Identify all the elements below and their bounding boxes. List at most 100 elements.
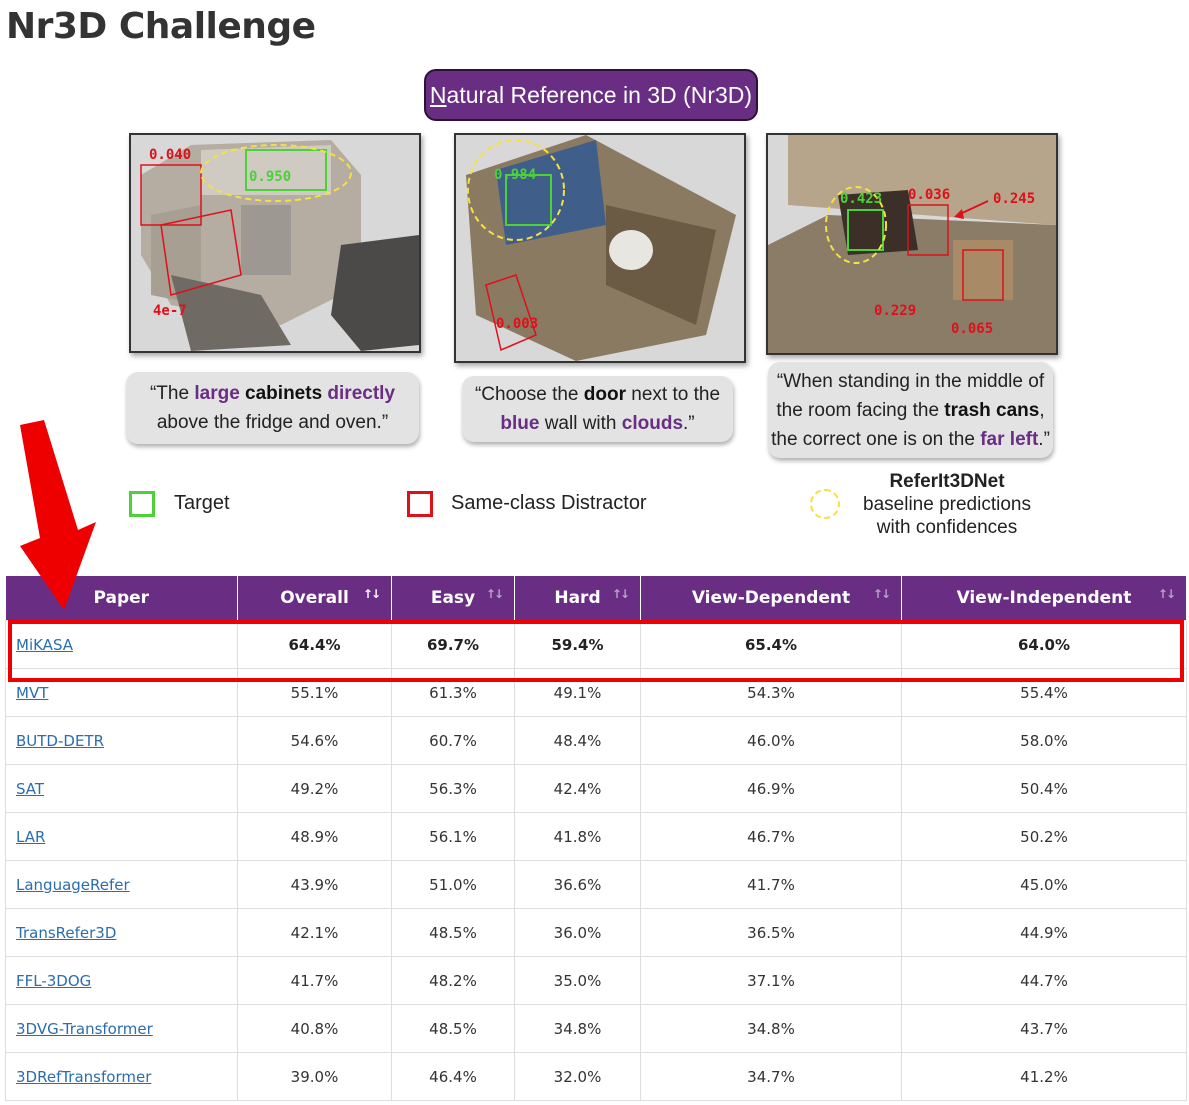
table-row: 3DRefTransformer 39.0% 46.4% 32.0% 34.7%…	[5, 1052, 1187, 1101]
sort-arrows-icon[interactable]: ↑↓	[612, 587, 630, 601]
paper-link-3dvg-transformer[interactable]: 3DVG-Transformer	[16, 1020, 153, 1038]
paper-link-ffl-3dog[interactable]: FFL-3DOG	[16, 972, 91, 990]
view-dependent-cell: 34.8%	[640, 1004, 902, 1053]
caption-1-bold: cabinets	[245, 383, 323, 404]
sort-arrows-icon[interactable]: ↑↓	[1158, 587, 1176, 601]
paper-link-transrefer3d[interactable]: TransRefer3D	[16, 924, 116, 942]
paper-cell: LanguageRefer	[5, 860, 238, 909]
easy-cell: 48.5%	[391, 1004, 515, 1053]
easy-cell: 51.0%	[391, 860, 515, 909]
paper-link-languagerefer[interactable]: LanguageRefer	[16, 876, 130, 894]
view-dependent-cell: 54.3%	[640, 668, 902, 717]
easy-cell: 69.7%	[391, 620, 515, 669]
overall-cell: 49.2%	[237, 764, 392, 813]
caption-2-text: “Choose the	[474, 384, 584, 405]
header-label: View-Independent	[956, 588, 1132, 608]
column-header-view-dependent[interactable]: View-Dependent ↑↓	[640, 576, 902, 621]
paper-link-3dreftransformer[interactable]: 3DRefTransformer	[16, 1068, 151, 1086]
hard-cell: 41.8%	[514, 812, 641, 861]
paper-link-mvt[interactable]: MVT	[16, 684, 48, 702]
paper-link-lar[interactable]: LAR	[16, 828, 45, 846]
hard-cell: 34.8%	[514, 1004, 641, 1053]
caption-2-highlight: clouds	[621, 413, 684, 434]
paper-cell: 3DVG-Transformer	[5, 1004, 238, 1053]
overall-cell: 48.9%	[237, 812, 392, 861]
target-legend-icon	[129, 491, 155, 517]
caption-3-highlight: far left	[980, 428, 1039, 450]
leaderboard-table: Paper Overall ↑↓ Easy ↑↓ Hard ↑↓ View-Depen…	[5, 576, 1187, 1101]
sort-arrows-icon[interactable]: ↑↓	[363, 587, 381, 601]
hard-cell: 32.0%	[514, 1052, 641, 1101]
scene-1-label-1: 0.950	[249, 169, 291, 185]
caption-2-bold: door	[583, 384, 626, 405]
table-row: BUTD-DETR 54.6% 60.7% 48.4% 46.0% 58.0%	[5, 716, 1187, 765]
hard-cell: 42.4%	[514, 764, 641, 813]
table-row: FFL-3DOG 41.7% 48.2% 35.0% 37.1% 44.7%	[5, 956, 1187, 1005]
view-dependent-cell: 65.4%	[640, 620, 902, 669]
header-label: View-Dependent	[691, 588, 851, 608]
view-dependent-cell: 46.0%	[640, 716, 902, 765]
overall-cell: 39.0%	[237, 1052, 392, 1101]
easy-cell: 61.3%	[391, 668, 515, 717]
column-header-view-independent[interactable]: View-Independent ↑↓	[901, 576, 1187, 621]
paper-link-butd-detr[interactable]: BUTD-DETR	[16, 732, 104, 750]
easy-cell: 56.3%	[391, 764, 515, 813]
paper-cell: 3DRefTransformer	[5, 1052, 238, 1101]
nr3d-banner: Natural Reference in 3D (Nr3D)	[424, 69, 758, 121]
caption-3: “When standing in the middle of the room…	[768, 362, 1053, 458]
caption-3-text: .”	[1038, 428, 1050, 450]
overall-cell: 55.1%	[237, 668, 392, 717]
view-independent-cell: 45.0%	[901, 860, 1187, 909]
view-independent-cell: 58.0%	[901, 716, 1187, 765]
scene-3-label-1: 0.036	[908, 187, 950, 203]
caption-1: “The large cabinets directly above the f…	[126, 372, 419, 444]
paper-link-sat[interactable]: SAT	[16, 780, 44, 798]
hard-cell: 36.6%	[514, 860, 641, 909]
legend-baseline: ReferIt3DNet baseline predictions with c…	[852, 470, 1042, 539]
table-row: SAT 49.2% 56.3% 42.4% 46.9% 50.4%	[5, 764, 1187, 813]
sort-arrows-icon[interactable]: ↑↓	[486, 587, 504, 601]
sort-arrows-icon[interactable]: ↑↓	[873, 587, 891, 601]
column-header-overall[interactable]: Overall ↑↓	[237, 576, 392, 621]
view-independent-cell: 44.7%	[901, 956, 1187, 1005]
table-row: TransRefer3D 42.1% 48.5% 36.0% 36.5% 44.…	[5, 908, 1187, 957]
paper-cell: FFL-3DOG	[5, 956, 238, 1005]
scene-3-label-3: 0.229	[874, 303, 916, 319]
column-header-paper[interactable]: Paper	[5, 576, 238, 621]
paper-cell: BUTD-DETR	[5, 716, 238, 765]
table-row: MiKASA 64.4% 69.7% 59.4% 65.4% 64.0%	[5, 620, 1187, 669]
caption-1-highlight: large	[194, 383, 240, 404]
view-independent-cell: 50.2%	[901, 812, 1187, 861]
view-independent-cell: 50.4%	[901, 764, 1187, 813]
view-dependent-cell: 34.7%	[640, 1052, 902, 1101]
view-independent-cell: 44.9%	[901, 908, 1187, 957]
hard-cell: 35.0%	[514, 956, 641, 1005]
view-independent-cell: 55.4%	[901, 668, 1187, 717]
scene-image-room: 0.984 0.003	[454, 133, 746, 363]
scene-1-label-0: 0.040	[149, 147, 191, 163]
table-row: LanguageRefer 43.9% 51.0% 36.6% 41.7% 45…	[5, 860, 1187, 909]
paper-cell: SAT	[5, 764, 238, 813]
easy-cell: 46.4%	[391, 1052, 515, 1101]
paper-cell: MiKASA	[5, 620, 238, 669]
view-independent-cell: 41.2%	[901, 1052, 1187, 1101]
overall-cell: 54.6%	[237, 716, 392, 765]
legend-baseline-line2: baseline predictions	[863, 494, 1031, 515]
table-row: LAR 48.9% 56.1% 41.8% 46.7% 50.2%	[5, 812, 1187, 861]
column-header-easy[interactable]: Easy ↑↓	[391, 576, 515, 621]
header-label: Paper	[93, 588, 150, 608]
caption-2-text: wall with	[539, 413, 622, 434]
table-row: MVT 55.1% 61.3% 49.1% 54.3% 55.4%	[5, 668, 1187, 717]
scene-3-label-0: 0.423	[840, 191, 882, 207]
scene-image-kitchen: 0.040 0.950 4e-7	[129, 133, 421, 353]
table-row: 3DVG-Transformer 40.8% 48.5% 34.8% 34.8%…	[5, 1004, 1187, 1053]
hard-cell: 48.4%	[514, 716, 641, 765]
view-dependent-cell: 46.9%	[640, 764, 902, 813]
hard-cell: 59.4%	[514, 620, 641, 669]
easy-cell: 48.2%	[391, 956, 515, 1005]
paper-link-mikasa[interactable]: MiKASA	[16, 636, 73, 654]
column-header-hard[interactable]: Hard ↑↓	[514, 576, 641, 621]
scene-2-label-1: 0.003	[496, 316, 538, 332]
caption-2-text: next to the	[626, 384, 721, 405]
view-independent-cell: 64.0%	[901, 620, 1187, 669]
